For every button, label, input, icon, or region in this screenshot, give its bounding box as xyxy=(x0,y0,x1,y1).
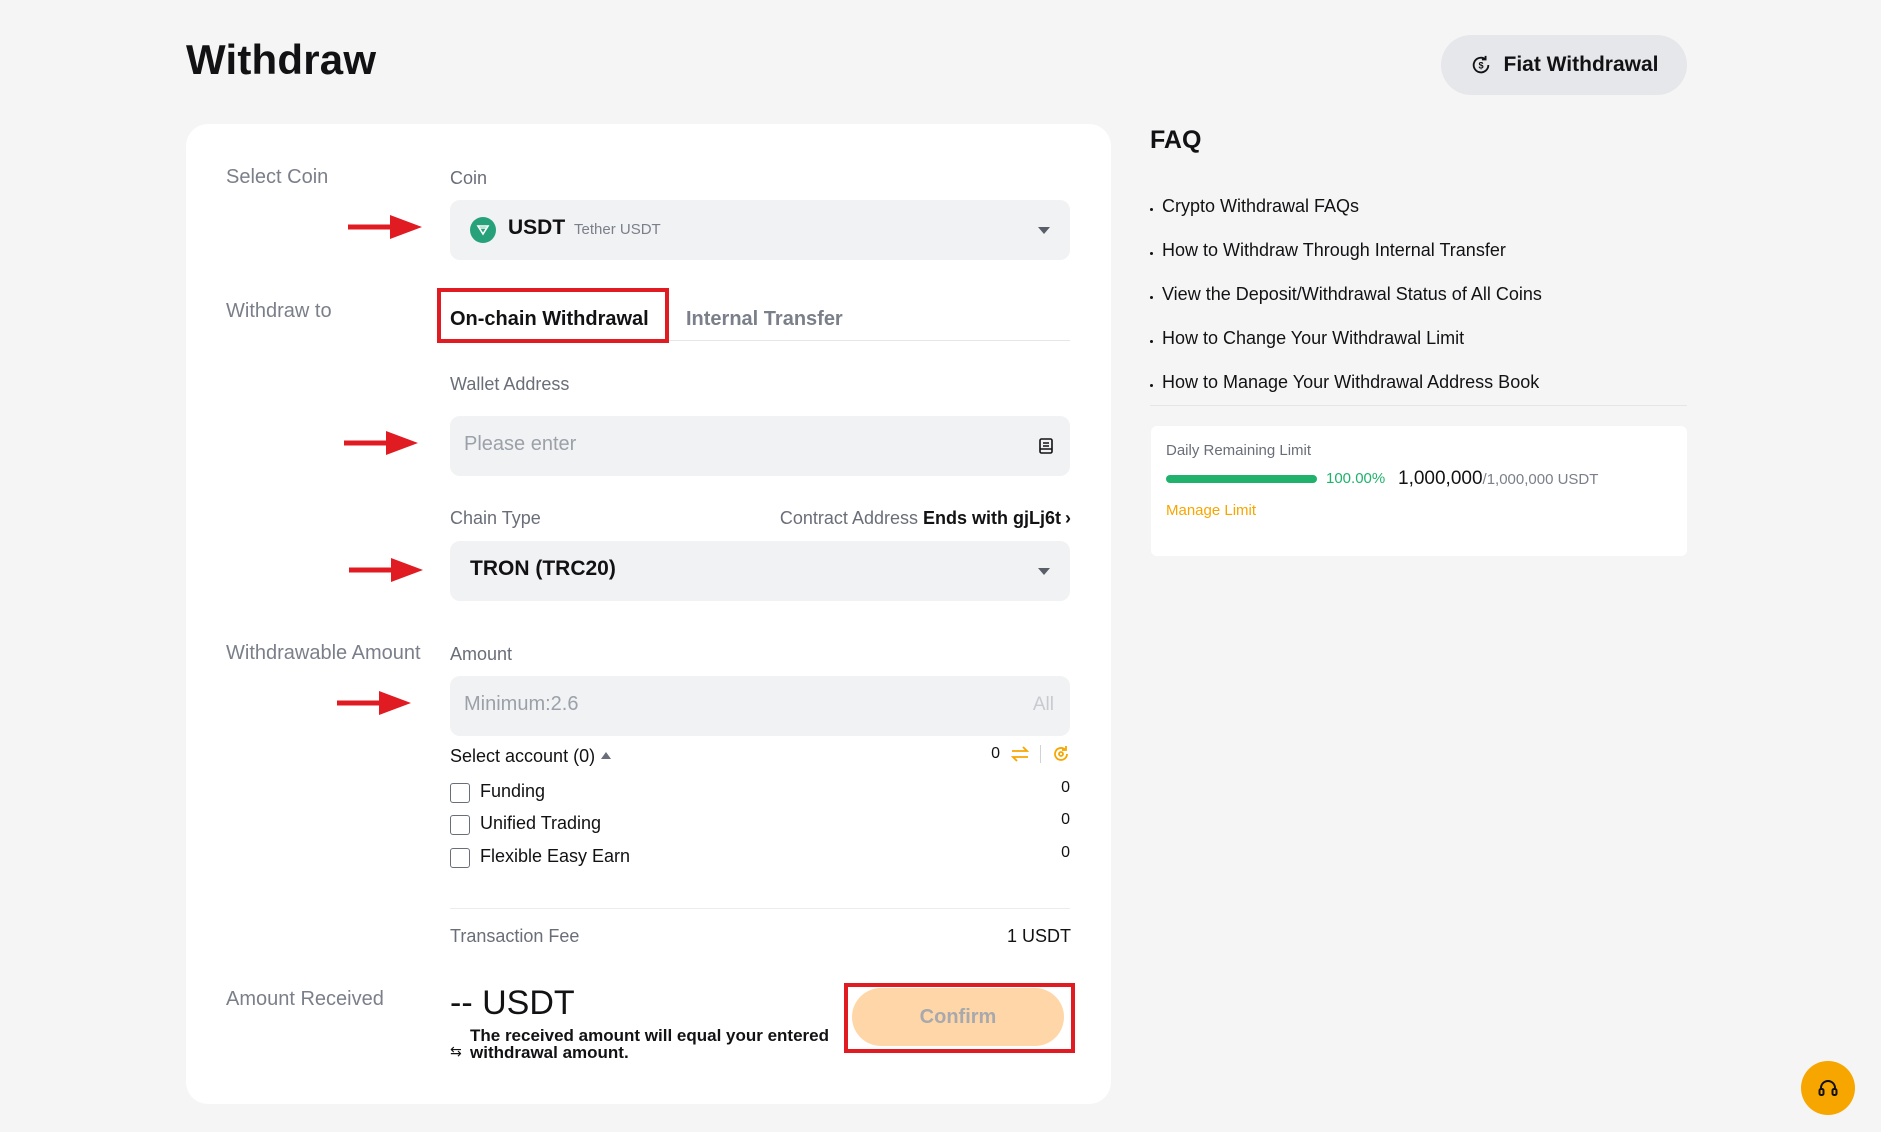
amount-received-label: Amount Received xyxy=(226,988,384,1010)
account-value: 0 xyxy=(1061,779,1070,796)
tab-internal-transfer[interactable]: Internal Transfer xyxy=(686,308,843,331)
checkbox-flexible-easy-earn[interactable] xyxy=(450,848,470,868)
faq-item-label: How to Change Your Withdrawal Limit xyxy=(1162,327,1465,348)
checkbox-funding[interactable] xyxy=(450,783,470,803)
swap-icon: ⇆ xyxy=(450,1043,462,1059)
headset-icon xyxy=(1818,1080,1838,1096)
tether-icon xyxy=(470,217,496,243)
coin-field-label: Coin xyxy=(450,168,488,188)
faq-item[interactable]: How to Withdraw Through Internal Transfe… xyxy=(1150,228,1542,272)
daily-limit-card: Daily Remaining Limit 100.00% 1,000,000/… xyxy=(1151,426,1687,556)
amount-placeholder: Minimum:2.6 xyxy=(464,693,579,715)
annotation-arrow-wallet xyxy=(344,431,418,455)
tab-on-chain-withdrawal[interactable]: On-chain Withdrawal xyxy=(450,308,649,331)
fiat-withdrawal-button[interactable]: $ Fiat Withdrawal xyxy=(1441,35,1687,95)
manage-limit-link[interactable]: Manage Limit xyxy=(1166,502,1256,519)
refresh-icon[interactable] xyxy=(1051,744,1071,764)
caret-up-icon xyxy=(601,752,612,759)
faq-list: Crypto Withdrawal FAQs How to Withdraw T… xyxy=(1150,184,1542,404)
wallet-address-placeholder: Please enter xyxy=(464,433,577,455)
chevron-right-icon: › xyxy=(1065,508,1071,528)
faq-divider xyxy=(1150,405,1687,406)
amount-label: Amount xyxy=(450,644,513,664)
received-note-text: The received amount will equal your ente… xyxy=(470,1026,829,1062)
chevron-down-icon xyxy=(1038,568,1050,575)
select-coin-label: Select Coin xyxy=(226,166,329,188)
faq-item[interactable]: View the Deposit/Withdrawal Status of Al… xyxy=(1150,272,1542,316)
account-row-flexible-easy-earn: Flexible Easy Earn 0 xyxy=(450,844,1070,871)
transfer-icon[interactable] xyxy=(1010,746,1030,762)
faq-item-label: Crypto Withdrawal FAQs xyxy=(1162,195,1360,216)
annotation-arrow-amount xyxy=(337,691,411,715)
contract-address-link[interactable]: Contract Address Ends with gjLj6t › xyxy=(780,508,1071,529)
bullet-icon xyxy=(1150,207,1153,211)
faq-item[interactable]: How to Manage Your Withdrawal Address Bo… xyxy=(1150,360,1542,404)
chain-type-select[interactable]: TRON (TRC20) xyxy=(450,541,1070,601)
coin-select[interactable]: USDT Tether USDT xyxy=(450,200,1070,260)
transaction-fee-value: 1 USDT xyxy=(1006,926,1071,946)
withdraw-form-card: Select Coin Coin USDT Tether USDT Withdr… xyxy=(186,124,1111,1104)
faq-item[interactable]: How to Change Your Withdrawal Limit xyxy=(1150,316,1542,360)
bullet-icon xyxy=(1150,251,1153,255)
support-button[interactable] xyxy=(1801,1061,1855,1115)
transaction-fee-label: Transaction Fee xyxy=(450,926,580,946)
chevron-down-icon xyxy=(1038,227,1050,234)
amount-input[interactable]: Minimum:2.6 All xyxy=(450,676,1070,736)
withdraw-to-label: Withdraw to xyxy=(226,300,332,322)
select-account-label: Select account (0) xyxy=(450,746,596,766)
faq-item[interactable]: Crypto Withdrawal FAQs xyxy=(1150,184,1542,228)
daily-limit-amount: 1,000,000/1,000,000 USDT xyxy=(1398,468,1598,490)
account-row-unified-trading: Unified Trading 0 xyxy=(450,811,1070,838)
contract-address-value: Ends with gjLj6t xyxy=(923,508,1061,528)
amount-received-value: -- USDT xyxy=(450,984,575,1022)
select-account-total: 0 xyxy=(991,745,1000,762)
received-note: ⇆ The received amount will equal your en… xyxy=(450,1027,850,1061)
page-title: Withdraw xyxy=(186,36,377,83)
account-name: Funding xyxy=(480,781,546,801)
checkbox-unified-trading[interactable] xyxy=(450,815,470,835)
svg-text:$: $ xyxy=(1478,61,1483,71)
wallet-address-input[interactable]: Please enter xyxy=(450,416,1070,476)
divider xyxy=(1040,745,1041,763)
withdrawable-amount-label: Withdrawable Amount xyxy=(226,642,421,664)
daily-limit-total: /1,000,000 USDT xyxy=(1482,471,1599,488)
account-name: Flexible Easy Earn xyxy=(480,846,631,866)
daily-limit-remaining: 1,000,000 xyxy=(1398,468,1483,489)
daily-limit-label: Daily Remaining Limit xyxy=(1166,442,1312,459)
address-book-icon[interactable] xyxy=(1036,436,1056,456)
fee-divider xyxy=(450,908,1070,909)
account-value: 0 xyxy=(1061,844,1070,861)
select-account-summary: 0 xyxy=(991,744,1071,764)
daily-limit-percent: 100.00% xyxy=(1326,470,1386,487)
annotation-arrow-coin xyxy=(348,215,422,239)
contract-address-label: Contract Address xyxy=(779,508,918,528)
daily-limit-progress-bar xyxy=(1166,475,1317,483)
dollar-cycle-icon: $ xyxy=(1472,55,1489,74)
bullet-icon xyxy=(1150,383,1153,387)
faq-title: FAQ xyxy=(1150,126,1202,154)
bullet-icon xyxy=(1150,295,1153,299)
all-button[interactable]: All xyxy=(1033,694,1054,716)
account-name: Unified Trading xyxy=(480,813,602,833)
faq-item-label: View the Deposit/Withdrawal Status of Al… xyxy=(1162,283,1542,304)
account-row-funding: Funding 0 xyxy=(450,779,1070,806)
chain-type-label: Chain Type xyxy=(450,508,541,528)
fiat-withdrawal-label: Fiat Withdrawal xyxy=(1503,53,1659,76)
account-value: 0 xyxy=(1061,811,1070,828)
faq-item-label: How to Withdraw Through Internal Transfe… xyxy=(1162,239,1506,260)
confirm-button[interactable]: Confirm xyxy=(852,988,1064,1046)
bullet-icon xyxy=(1150,339,1153,343)
coin-symbol: USDT xyxy=(508,216,566,239)
wallet-address-label: Wallet Address xyxy=(450,374,570,394)
faq-item-label: How to Manage Your Withdrawal Address Bo… xyxy=(1162,371,1540,392)
chain-type-value: TRON (TRC20) xyxy=(470,557,616,580)
coin-name: Tether USDT xyxy=(574,221,661,238)
tabs-underline xyxy=(450,340,1070,341)
annotation-arrow-chain xyxy=(349,558,423,582)
select-account-toggle[interactable]: Select account (0) xyxy=(450,746,612,767)
